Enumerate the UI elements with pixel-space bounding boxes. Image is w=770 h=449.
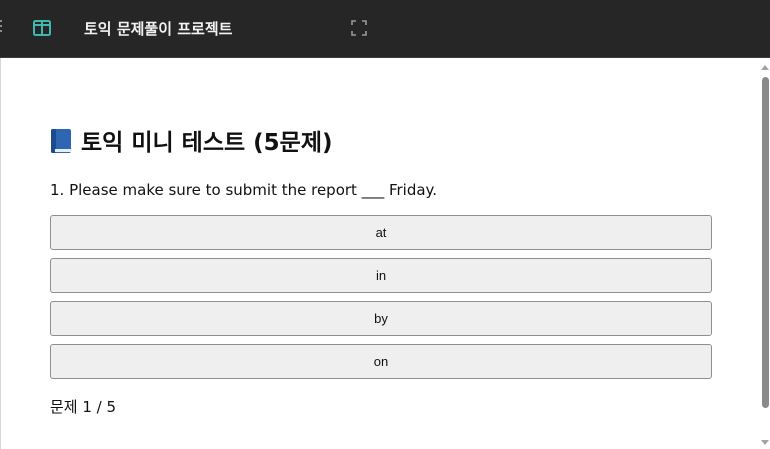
panel-icon[interactable] <box>33 20 51 36</box>
quiz-title-text: 토익 미니 테스트 (5문제) <box>81 130 333 156</box>
question-text: 1. Please make sure to submit the report… <box>50 181 438 199</box>
question-progress: 문제 1 / 5 <box>50 398 117 416</box>
app-window: 토익 문제풀이 프로젝트 토익 미니 테스트 (5문제) 1. Please m… <box>0 0 770 449</box>
answer-option-at[interactable]: at <box>50 215 712 250</box>
fullscreen-icon[interactable] <box>351 20 367 36</box>
blue-book-icon <box>51 129 71 153</box>
answer-option-on[interactable]: on <box>50 344 712 379</box>
app-title: 토익 문제풀이 프로젝트 <box>84 20 233 38</box>
vertical-scrollbar[interactable] <box>760 58 770 449</box>
scroll-thumb[interactable] <box>762 77 769 408</box>
answer-option-by[interactable]: by <box>50 301 712 336</box>
scroll-up-arrow-icon[interactable] <box>761 65 769 70</box>
quiz-title: 토익 미니 테스트 (5문제) <box>49 128 333 158</box>
answer-option-in[interactable]: in <box>50 258 712 293</box>
drag-handle-icon[interactable] <box>0 20 3 36</box>
app-header: 토익 문제풀이 프로젝트 <box>0 0 770 58</box>
main-content: 토익 미니 테스트 (5문제) 1. Please make sure to s… <box>0 58 760 449</box>
scroll-down-arrow-icon[interactable] <box>761 440 769 445</box>
